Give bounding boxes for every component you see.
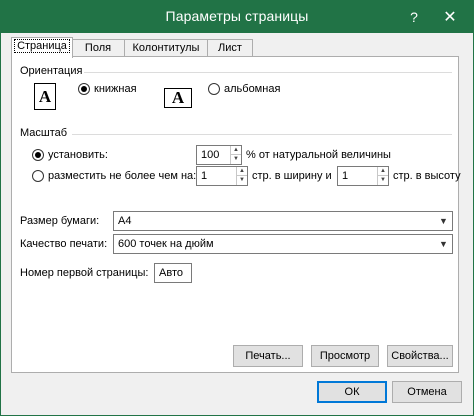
portrait-radio[interactable]	[78, 83, 90, 95]
first-page-number-value: Авто	[159, 267, 183, 279]
adjust-to-radio[interactable]	[32, 149, 44, 161]
fit-tall-spinner[interactable]: 1 ▲ ▼	[337, 166, 389, 186]
options-button[interactable]: Свойства...	[387, 345, 453, 367]
fit-wide-spinner[interactable]: 1 ▲ ▼	[196, 166, 248, 186]
close-button[interactable]: ✕	[427, 1, 473, 33]
orientation-group-label: Ориентация	[20, 65, 83, 77]
fit-tall-value: 1	[342, 170, 349, 182]
spin-up-icon[interactable]: ▲	[237, 167, 247, 176]
tab-page[interactable]: Страница	[11, 37, 73, 58]
spin-down-icon[interactable]: ▼	[378, 176, 388, 185]
spin-down-icon[interactable]: ▼	[231, 155, 241, 164]
paper-size-value: A4	[118, 215, 132, 227]
fit-wide-spinner-arrows[interactable]: ▲ ▼	[236, 167, 247, 185]
portrait-label-text: книжная	[94, 83, 137, 95]
title-bar[interactable]: Параметры страницы ? ✕	[1, 1, 473, 33]
print-quality-value: 600 точек на дюйм	[118, 238, 214, 250]
portrait-page-icon: A	[34, 83, 56, 110]
fit-wide-suffix: стр. в ширину и	[252, 170, 332, 182]
tab-page-label: Страница	[14, 39, 70, 53]
spin-down-icon[interactable]: ▼	[237, 176, 247, 185]
tab-sheet[interactable]: Лист	[207, 39, 253, 57]
landscape-page-icon: A	[164, 88, 192, 108]
paper-size-select[interactable]: A4 ▼	[113, 211, 453, 231]
adjust-percent-suffix: % от натуральной величины	[246, 149, 391, 161]
paper-size-label: Размер бумаги:	[20, 215, 100, 227]
ok-button[interactable]: ОК	[317, 381, 387, 403]
print-button[interactable]: Печать...	[233, 345, 303, 367]
help-button[interactable]: ?	[401, 1, 427, 33]
adjust-percent-spinner[interactable]: 100 ▲ ▼	[196, 145, 242, 165]
fit-tall-spinner-arrows[interactable]: ▲ ▼	[377, 167, 388, 185]
spin-up-icon[interactable]: ▲	[378, 167, 388, 176]
adjust-percent-value: 100	[201, 149, 220, 161]
tab-margins[interactable]: Поля	[71, 39, 125, 57]
first-page-number-label: Номер первой страницы:	[20, 267, 149, 279]
fit-to-radio[interactable]	[32, 170, 44, 182]
scaling-group-label: Масштаб	[20, 127, 68, 139]
chevron-down-icon[interactable]: ▼	[435, 212, 452, 230]
adjust-to-label[interactable]: установить:	[48, 149, 108, 161]
tab-header-footer[interactable]: Колонтитулы	[124, 39, 208, 57]
spin-up-icon[interactable]: ▲	[231, 146, 241, 155]
cancel-button[interactable]: Отмена	[392, 381, 462, 403]
fit-to-label[interactable]: разместить не более чем на:	[48, 170, 196, 182]
chevron-down-icon[interactable]: ▼	[435, 235, 452, 253]
print-preview-button[interactable]: Просмотр	[311, 345, 379, 367]
page-setup-dialog: Параметры страницы ? ✕ Поля Колонтитулы …	[0, 0, 474, 416]
scaling-separator	[72, 134, 452, 135]
landscape-label[interactable]: альбомная	[224, 83, 280, 95]
landscape-radio[interactable]	[208, 83, 220, 95]
tab-panel-page: Ориентация A книжная A альбомная Масштаб…	[11, 56, 461, 373]
fit-wide-value: 1	[201, 170, 208, 182]
adjust-spinner-arrows[interactable]: ▲ ▼	[230, 146, 241, 164]
first-page-number-input[interactable]: Авто	[154, 263, 192, 283]
landscape-label-text: альбомная	[224, 83, 281, 95]
print-quality-select[interactable]: 600 точек на дюйм ▼	[113, 234, 453, 254]
portrait-label[interactable]: книжная	[94, 83, 137, 95]
print-quality-label: Качество печати:	[20, 238, 108, 250]
fit-tall-suffix: стр. в высоту	[393, 170, 461, 182]
orientation-separator	[84, 72, 452, 73]
